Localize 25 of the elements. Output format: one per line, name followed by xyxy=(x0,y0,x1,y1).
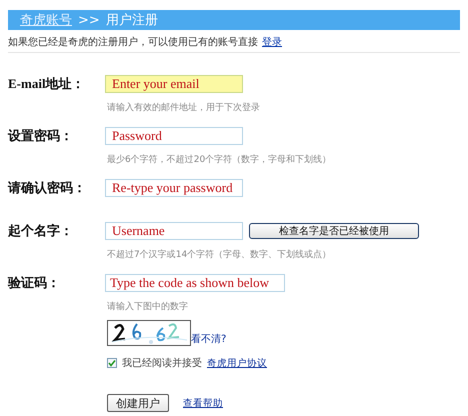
agreement-link[interactable]: 奇虎用户协议 xyxy=(207,356,267,370)
field-label: 起个名字： xyxy=(8,222,74,240)
help-link[interactable]: 查看帮助 xyxy=(183,396,223,410)
input-field[interactable]: Password xyxy=(105,127,243,145)
field-label: E-mail地址： xyxy=(8,75,86,93)
field-label: 请确认密码： xyxy=(8,179,87,197)
input-field[interactable]: Enter your email xyxy=(105,75,243,93)
input-field[interactable]: Username xyxy=(105,222,243,240)
field-hint: 请输入下图中的数字 xyxy=(107,300,189,312)
intro-text: 如果您已经是奇虎的注册用户，可以使用已有的账号直接 xyxy=(8,36,258,49)
field-label: 验证码： xyxy=(8,274,61,292)
breadcrumb-separator: >> xyxy=(78,12,100,28)
page-title: 用户注册 xyxy=(106,12,158,29)
check-name-button[interactable]: 检查名字是否已经被使用 xyxy=(249,223,419,239)
refresh-captcha-link[interactable]: 看不清? xyxy=(191,332,226,346)
create-user-button[interactable]: 创建用户 xyxy=(107,394,169,412)
agreement-text: 我已经阅读并接受 xyxy=(122,356,202,370)
login-link[interactable]: 登录 xyxy=(262,35,282,49)
agreement-checkbox[interactable] xyxy=(107,358,117,368)
input-field[interactable]: Re-type your password xyxy=(105,179,243,197)
input-field[interactable]: Type the code as shown below xyxy=(105,274,285,292)
field-label: 设置密码： xyxy=(8,127,74,145)
field-hint: 不超过7个汉字或14个字符（字母、数字、下划线或点） xyxy=(107,248,332,260)
field-hint: 请输入有效的邮件地址，用于下次登录 xyxy=(107,102,261,113)
field-hint: 最少6个字符，不超过20个字符（数字，字母和下划线） xyxy=(107,154,332,165)
